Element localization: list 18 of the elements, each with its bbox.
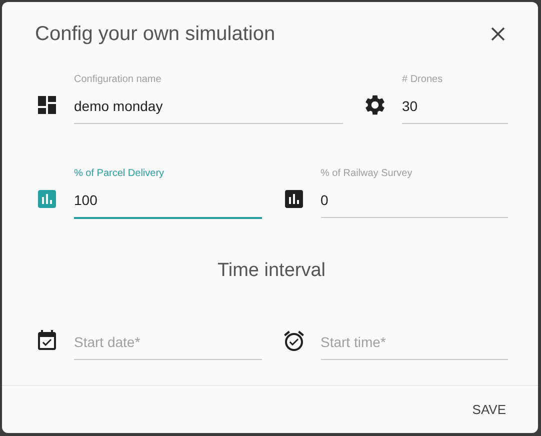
input-field[interactable]: Start time* <box>320 331 508 360</box>
input-field[interactable]: 30 <box>402 95 508 124</box>
field-label: % of Parcel Delivery <box>74 167 164 181</box>
dashboard-icon <box>35 93 59 117</box>
field-label: # Drones <box>402 73 443 87</box>
field-label: % of Railway Survey <box>320 167 412 181</box>
input-field[interactable]: demo monday <box>74 95 343 124</box>
dialog-title: Config your own simulation <box>35 22 276 46</box>
input-field[interactable]: 100 <box>74 189 262 219</box>
bar-chart-icon <box>35 187 59 211</box>
input-field[interactable]: 0 <box>320 189 508 218</box>
gear-icon <box>363 93 387 117</box>
save-button[interactable]: SAVE <box>464 396 514 423</box>
section-heading: Time interval <box>216 259 327 283</box>
input-field[interactable]: Start date* <box>74 331 262 360</box>
calendar-icon <box>35 329 59 353</box>
alarm-clock-icon <box>282 329 306 353</box>
field-label: Configuration name <box>74 73 162 87</box>
